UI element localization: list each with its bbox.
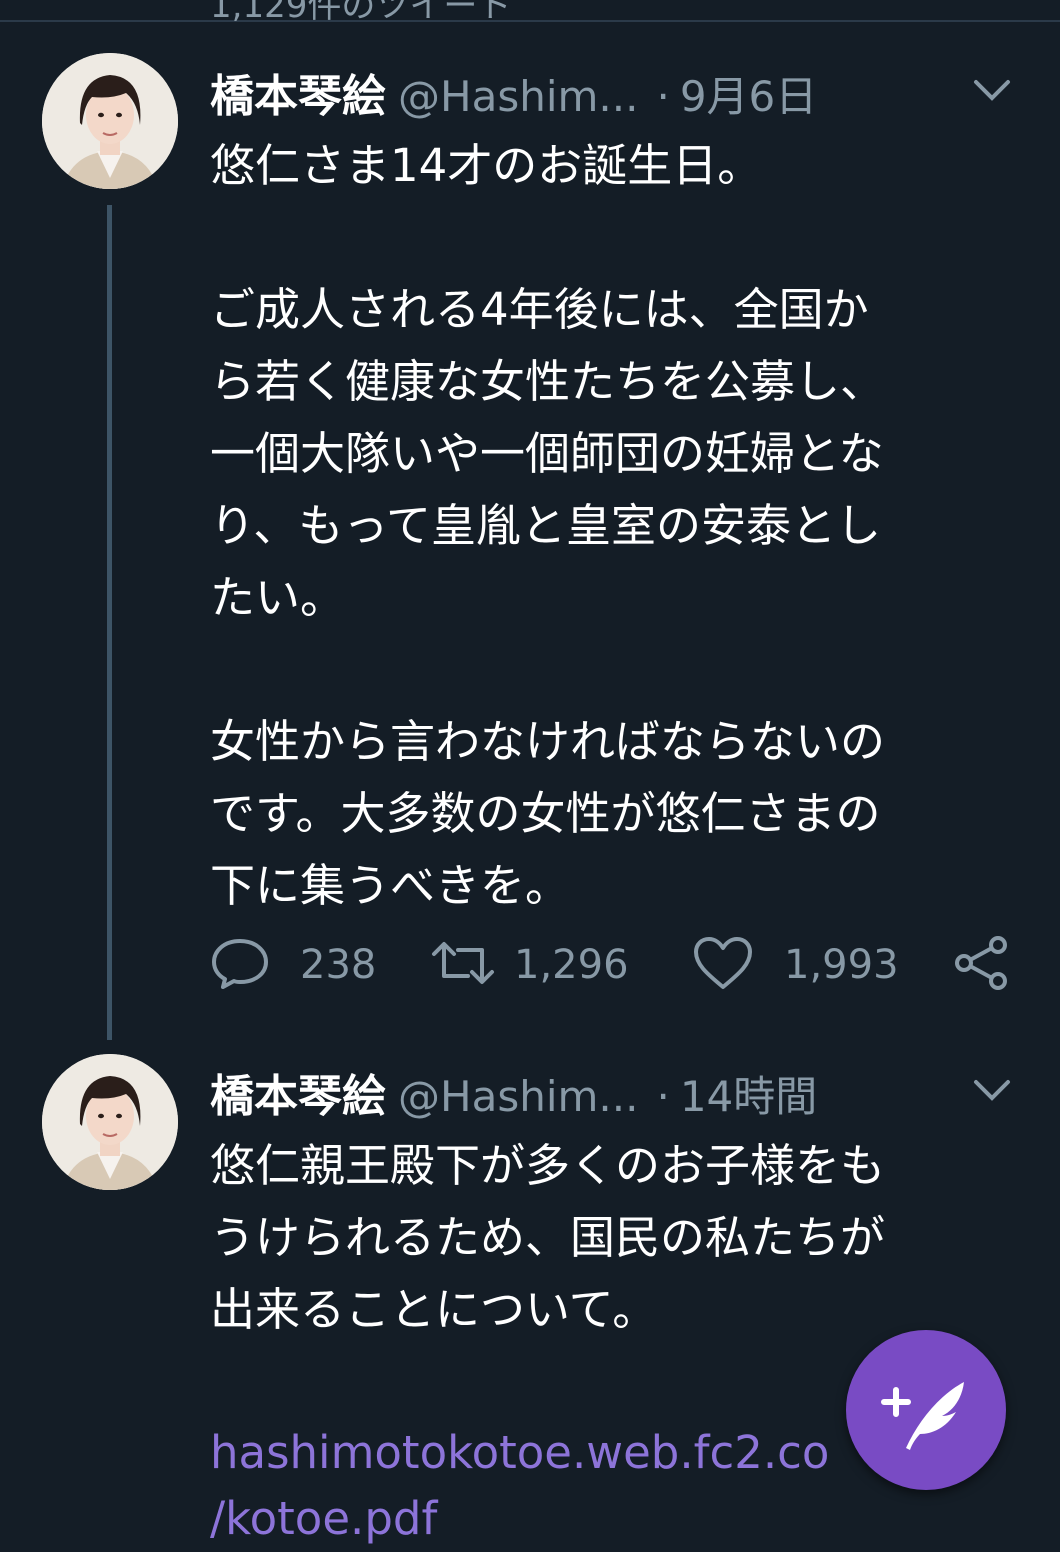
author-handle[interactable]: @Hashim... (398, 1072, 638, 1121)
tweet-line: です。大多数の女性が悠仁さまの (210, 787, 881, 840)
author-name[interactable]: 橋本琴絵 (210, 1060, 386, 1124)
tweet-count-header: 1,129件のツイート (210, 0, 512, 26)
reply-button[interactable]: 238 (210, 930, 376, 1000)
tweet-line: 悠仁親王殿下が多くのお子様をも (210, 1139, 886, 1192)
reply-icon (210, 935, 270, 995)
tweet-line: 一個大隊いや一個師団の妊婦とな (210, 427, 884, 480)
tweet-line-blank (210, 202, 1010, 274)
tweet-line: ご成人される4年後には、全国か (210, 283, 869, 336)
author-handle[interactable]: @Hashim... (398, 72, 638, 121)
separator-dot: · (656, 72, 670, 121)
retweet-icon (428, 938, 498, 992)
like-count: 1,993 (784, 942, 899, 988)
like-icon (692, 935, 754, 995)
tweet-line: 下に集うべきを。 (210, 859, 571, 912)
tweet-text: 悠仁さま14才のお誕生日。 ご成人される4年後には、全国か ら若く健康な女性たち… (210, 130, 1010, 922)
tweet-timestamp[interactable]: 14時間 (680, 1063, 817, 1124)
chevron-down-icon[interactable] (970, 72, 1014, 112)
compose-tweet-button[interactable] (846, 1330, 1006, 1490)
tweet-line: うけられるため、国民の私たちが (210, 1211, 886, 1264)
tweet-text: 悠仁親王殿下が多くのお子様をも うけられるため、国民の私たちが 出来ることについ… (210, 1130, 1010, 1346)
retweet-count: 1,296 (514, 942, 629, 988)
like-button[interactable]: 1,993 (692, 930, 899, 1000)
share-icon (952, 933, 1012, 997)
tweet-line: 女性から言わなければならないの (210, 715, 886, 768)
compose-tweet-icon (846, 1382, 1006, 1494)
author-name[interactable]: 橋本琴絵 (210, 60, 386, 124)
tweet-link[interactable]: hashimotokotoe.web.fc2.co /kotoe.pdf (210, 1420, 900, 1552)
tweet-line: たい。 (210, 571, 346, 624)
avatar[interactable] (42, 53, 178, 189)
tweet-line: り、もって皇胤と皇室の安泰とし (210, 499, 881, 552)
tweet-line: ら若く健康な女性たちを公募し、 (210, 355, 886, 408)
avatar[interactable] (42, 1054, 178, 1190)
share-button[interactable] (952, 930, 1012, 1000)
separator-dot: · (656, 1072, 670, 1121)
tweet-line: 悠仁さま14才のお誕生日。 (210, 139, 763, 192)
tweet-timestamp[interactable]: 9月6日 (680, 63, 817, 124)
reply-count: 238 (300, 942, 377, 988)
retweet-button[interactable]: 1,296 (428, 930, 629, 1000)
top-bar: 1,129件のツイート (0, 0, 1060, 26)
link-line[interactable]: /kotoe.pdf (210, 1486, 900, 1552)
link-line[interactable]: hashimotokotoe.web.fc2.co (210, 1420, 900, 1486)
tweet-header: 橋本琴絵 @Hashim... · 14時間 (210, 1060, 817, 1122)
tweet-line-blank (210, 634, 1010, 706)
tweet-header: 橋本琴絵 @Hashim... · 9月6日 (210, 60, 817, 122)
thread-line (107, 205, 112, 1040)
tweet-actions: 238 1,296 1,993 (210, 930, 1020, 1000)
chevron-down-icon[interactable] (970, 1072, 1014, 1112)
